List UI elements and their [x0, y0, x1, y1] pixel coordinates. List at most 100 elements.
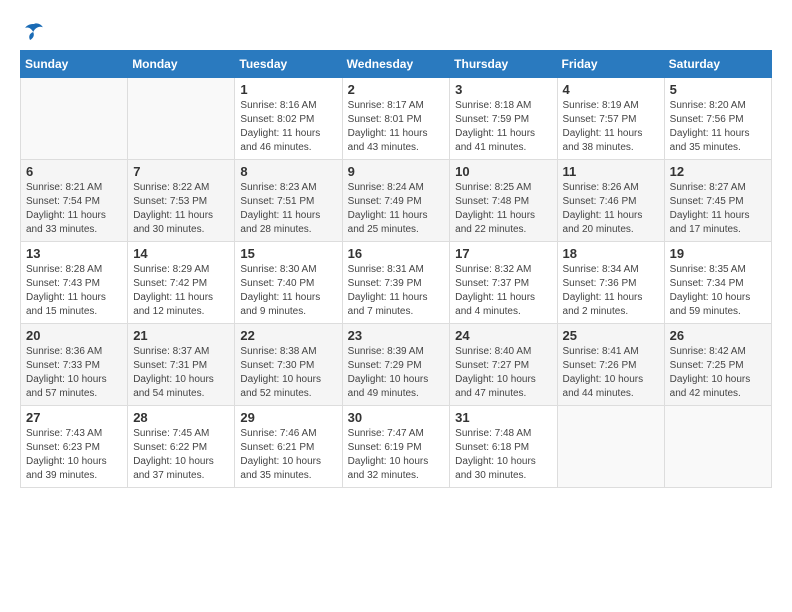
day-info: Sunrise: 8:22 AM Sunset: 7:53 PM Dayligh…: [133, 181, 229, 237]
weekday-header-tuesday: Tuesday: [235, 51, 342, 78]
day-number: 15: [240, 246, 336, 261]
day-number: 17: [455, 246, 551, 261]
day-number: 14: [133, 246, 229, 261]
weekday-header-thursday: Thursday: [450, 51, 557, 78]
day-number: 29: [240, 410, 336, 425]
calendar-cell: 6 Sunrise: 8:21 AM Sunset: 7:54 PM Daylig…: [21, 160, 128, 242]
day-info: Sunrise: 8:40 AM Sunset: 7:27 PM Dayligh…: [455, 345, 551, 401]
day-number: 13: [26, 246, 122, 261]
calendar-cell: 26 Sunrise: 8:42 AM Sunset: 7:25 PM Dayli…: [664, 324, 771, 406]
calendar-cell: 9 Sunrise: 8:24 AM Sunset: 7:49 PM Daylig…: [342, 160, 450, 242]
calendar-cell: 2Sunrise: 8:17 AM Sunset: 8:01 PM Daylig…: [342, 78, 450, 160]
calendar-week-2: 6 Sunrise: 8:21 AM Sunset: 7:54 PM Daylig…: [21, 160, 772, 242]
day-info: Sunrise: 8:18 AM Sunset: 7:59 PM Dayligh…: [455, 99, 551, 155]
calendar-cell: 17 Sunrise: 8:32 AM Sunset: 7:37 PM Dayli…: [450, 242, 557, 324]
day-number: 18: [563, 246, 659, 261]
day-info: Sunrise: 8:32 AM Sunset: 7:37 PM Dayligh…: [455, 263, 551, 319]
day-info: Sunrise: 8:24 AM Sunset: 7:49 PM Dayligh…: [348, 181, 445, 237]
calendar-week-1: 1 Sunrise: 8:16 AM Sunset: 8:02 PM Daylig…: [21, 78, 772, 160]
calendar-cell: 15 Sunrise: 8:30 AM Sunset: 7:40 PM Dayli…: [235, 242, 342, 324]
day-info: Sunrise: 8:42 AM Sunset: 7:25 PM Dayligh…: [670, 345, 766, 401]
calendar-cell: 11 Sunrise: 8:26 AM Sunset: 7:46 PM Dayli…: [557, 160, 664, 242]
day-number: 20: [26, 328, 122, 343]
day-number: 26: [670, 328, 766, 343]
calendar-cell: 31 Sunrise: 7:48 AM Sunset: 6:18 PM Dayli…: [450, 406, 557, 488]
day-number: 24: [455, 328, 551, 343]
calendar-cell: 27Sunrise: 7:43 AM Sunset: 6:23 PM Dayli…: [21, 406, 128, 488]
calendar-cell: 1 Sunrise: 8:16 AM Sunset: 8:02 PM Daylig…: [235, 78, 342, 160]
day-number: 22: [240, 328, 336, 343]
calendar-cell: 16Sunrise: 8:31 AM Sunset: 7:39 PM Dayli…: [342, 242, 450, 324]
day-number: 11: [563, 164, 659, 179]
weekday-header-monday: Monday: [128, 51, 235, 78]
day-number: 12: [670, 164, 766, 179]
day-number: 3: [455, 82, 551, 97]
day-info: Sunrise: 8:21 AM Sunset: 7:54 PM Dayligh…: [26, 181, 122, 237]
day-info: Sunrise: 8:31 AM Sunset: 7:39 PM Dayligh…: [348, 263, 445, 319]
page-header: [20, 20, 772, 44]
day-number: 8: [240, 164, 336, 179]
day-info: Sunrise: 7:45 AM Sunset: 6:22 PM Dayligh…: [133, 427, 229, 483]
day-info: Sunrise: 8:39 AM Sunset: 7:29 PM Dayligh…: [348, 345, 445, 401]
day-number: 4: [563, 82, 659, 97]
calendar-cell: 10 Sunrise: 8:25 AM Sunset: 7:48 PM Dayli…: [450, 160, 557, 242]
calendar-cell: 3 Sunrise: 8:18 AM Sunset: 7:59 PM Daylig…: [450, 78, 557, 160]
calendar-cell: 19Sunrise: 8:35 AM Sunset: 7:34 PM Dayli…: [664, 242, 771, 324]
day-info: Sunrise: 8:25 AM Sunset: 7:48 PM Dayligh…: [455, 181, 551, 237]
calendar-cell: 28 Sunrise: 7:45 AM Sunset: 6:22 PM Dayli…: [128, 406, 235, 488]
day-number: 28: [133, 410, 229, 425]
calendar-table: SundayMondayTuesdayWednesdayThursdayFrid…: [20, 50, 772, 488]
calendar-cell: 30 Sunrise: 7:47 AM Sunset: 6:19 PM Dayli…: [342, 406, 450, 488]
day-info: Sunrise: 7:47 AM Sunset: 6:19 PM Dayligh…: [348, 427, 445, 483]
weekday-header-sunday: Sunday: [21, 51, 128, 78]
day-number: 25: [563, 328, 659, 343]
calendar-cell: 18 Sunrise: 8:34 AM Sunset: 7:36 PM Dayli…: [557, 242, 664, 324]
day-info: Sunrise: 8:35 AM Sunset: 7:34 PM Dayligh…: [670, 263, 766, 319]
calendar-cell: 24 Sunrise: 8:40 AM Sunset: 7:27 PM Dayli…: [450, 324, 557, 406]
calendar-cell: 14 Sunrise: 8:29 AM Sunset: 7:42 PM Dayli…: [128, 242, 235, 324]
day-info: Sunrise: 8:38 AM Sunset: 7:30 PM Dayligh…: [240, 345, 336, 401]
day-info: Sunrise: 8:29 AM Sunset: 7:42 PM Dayligh…: [133, 263, 229, 319]
day-number: 10: [455, 164, 551, 179]
day-number: 30: [348, 410, 445, 425]
calendar-cell: [21, 78, 128, 160]
day-number: 9: [348, 164, 445, 179]
calendar-cell: 7 Sunrise: 8:22 AM Sunset: 7:53 PM Daylig…: [128, 160, 235, 242]
day-info: Sunrise: 8:17 AM Sunset: 8:01 PM Dayligh…: [348, 99, 445, 155]
calendar-cell: [557, 406, 664, 488]
calendar-cell: 4 Sunrise: 8:19 AM Sunset: 7:57 PM Daylig…: [557, 78, 664, 160]
day-info: Sunrise: 8:41 AM Sunset: 7:26 PM Dayligh…: [563, 345, 659, 401]
logo: [20, 20, 46, 44]
day-info: Sunrise: 8:26 AM Sunset: 7:46 PM Dayligh…: [563, 181, 659, 237]
day-number: 7: [133, 164, 229, 179]
day-number: 31: [455, 410, 551, 425]
day-info: Sunrise: 8:19 AM Sunset: 7:57 PM Dayligh…: [563, 99, 659, 155]
calendar-cell: 21 Sunrise: 8:37 AM Sunset: 7:31 PM Dayli…: [128, 324, 235, 406]
day-number: 23: [348, 328, 445, 343]
calendar-cell: 12 Sunrise: 8:27 AM Sunset: 7:45 PM Dayli…: [664, 160, 771, 242]
day-info: Sunrise: 7:43 AM Sunset: 6:23 PM Dayligh…: [26, 427, 122, 483]
calendar-cell: [128, 78, 235, 160]
calendar-cell: 13Sunrise: 8:28 AM Sunset: 7:43 PM Dayli…: [21, 242, 128, 324]
day-info: Sunrise: 8:16 AM Sunset: 8:02 PM Dayligh…: [240, 99, 336, 155]
day-info: Sunrise: 8:36 AM Sunset: 7:33 PM Dayligh…: [26, 345, 122, 401]
calendar-cell: [664, 406, 771, 488]
day-number: 21: [133, 328, 229, 343]
day-info: Sunrise: 7:48 AM Sunset: 6:18 PM Dayligh…: [455, 427, 551, 483]
weekday-header-saturday: Saturday: [664, 51, 771, 78]
day-number: 1: [240, 82, 336, 97]
calendar-cell: 22 Sunrise: 8:38 AM Sunset: 7:30 PM Dayli…: [235, 324, 342, 406]
calendar-week-3: 13Sunrise: 8:28 AM Sunset: 7:43 PM Dayli…: [21, 242, 772, 324]
day-info: Sunrise: 8:37 AM Sunset: 7:31 PM Dayligh…: [133, 345, 229, 401]
logo-bird-icon: [22, 20, 46, 44]
weekday-header-friday: Friday: [557, 51, 664, 78]
day-info: Sunrise: 8:27 AM Sunset: 7:45 PM Dayligh…: [670, 181, 766, 237]
logo-general: [20, 20, 46, 44]
day-number: 6: [26, 164, 122, 179]
day-info: Sunrise: 8:30 AM Sunset: 7:40 PM Dayligh…: [240, 263, 336, 319]
calendar-cell: 29Sunrise: 7:46 AM Sunset: 6:21 PM Dayli…: [235, 406, 342, 488]
day-info: Sunrise: 8:34 AM Sunset: 7:36 PM Dayligh…: [563, 263, 659, 319]
calendar-week-4: 20 Sunrise: 8:36 AM Sunset: 7:33 PM Dayli…: [21, 324, 772, 406]
calendar-cell: 25 Sunrise: 8:41 AM Sunset: 7:26 PM Dayli…: [557, 324, 664, 406]
day-info: Sunrise: 8:20 AM Sunset: 7:56 PM Dayligh…: [670, 99, 766, 155]
